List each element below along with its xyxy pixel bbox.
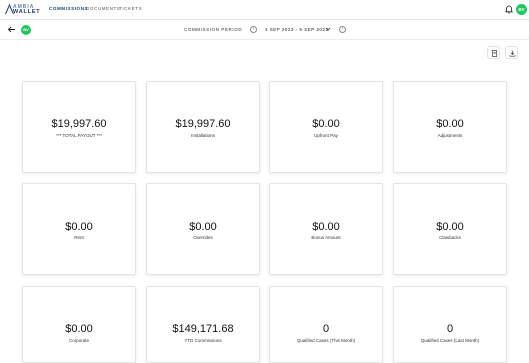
user-avatar[interactable]: BV	[516, 4, 527, 15]
stat-value: 0	[446, 323, 454, 335]
stat-card-ytd-commissions: $149,171.68 YTD Commissions	[146, 286, 260, 363]
stat-value: $0.00	[65, 323, 93, 335]
bell-icon[interactable]	[504, 4, 514, 14]
back-arrow-icon[interactable]	[7, 25, 16, 34]
nav-commissions[interactable]: COMMISSIONS	[49, 6, 88, 11]
period-bar: BV COMMISSION PERIOD ‹ 3 SEP 2023 - 9 SE…	[0, 20, 529, 40]
stat-card-clawbacks: $0.00 Clawbacks	[393, 183, 507, 275]
stat-value: $0.00	[65, 221, 93, 233]
stat-value: $0.00	[436, 221, 464, 233]
logo-text-bottom: WALLET	[13, 9, 41, 15]
commission-period-label: COMMISSION PERIOD	[184, 27, 243, 32]
stat-card-total-payout: $19,997.60 *** TOTAL PAYOUT ***	[22, 81, 136, 173]
stat-value: $19,997.60	[51, 118, 107, 130]
stat-value: $0.00	[312, 221, 340, 233]
document-icon	[491, 50, 498, 57]
stat-value: $0.00	[436, 118, 464, 130]
stat-value: $19,997.60	[175, 118, 231, 130]
chevron-down-icon[interactable]	[325, 26, 331, 32]
nav-tickets[interactable]: TICKETS	[119, 6, 142, 11]
stat-card-overrides: $0.00 Overrides	[146, 183, 260, 275]
ambia-wallet-logo[interactable]: AMBIA WALLET	[5, 4, 45, 16]
stat-card-rent: $0.00 Rent	[22, 183, 136, 275]
stat-card-qualified-cases-last-month: 0 Qualified Cases (Last Month)	[393, 286, 507, 363]
stat-card-corporate: $0.00 Corporate	[22, 286, 136, 363]
stat-label: *** TOTAL PAYOUT ***	[56, 133, 102, 138]
stat-card-adjustments: $0.00 Adjustments	[393, 81, 507, 173]
stat-label: Clawbacks	[439, 235, 461, 240]
stat-label: Corporate	[68, 338, 89, 343]
stat-card-installations: $19,997.60 Installations	[146, 81, 260, 173]
stat-value: $0.00	[189, 221, 217, 233]
stat-value: 0	[322, 323, 330, 335]
stat-card-qualified-cases-this-month: 0 Qualified Cases (This Month)	[269, 286, 383, 363]
stat-label: Upfront Pay	[314, 133, 338, 138]
top-navbar: AMBIA WALLET COMMISSIONS DOCUMENTS TICKE…	[0, 0, 529, 20]
stat-label: YTD Commissions	[184, 338, 222, 343]
stat-label: Adjustments	[437, 133, 463, 138]
stat-value: $149,171.68	[172, 323, 234, 335]
nav-documents[interactable]: DOCUMENTS	[86, 6, 120, 11]
stat-label: Rent	[74, 235, 84, 240]
stat-label: Overrides	[193, 235, 213, 240]
stat-label: Bonus Amount	[311, 235, 341, 240]
next-period-icon[interactable]: ›	[339, 26, 346, 33]
download-icon	[509, 50, 516, 57]
period-select-value[interactable]: 3 SEP 2023 - 9 SEP 2023	[265, 27, 328, 32]
stat-label: Installations	[191, 133, 215, 138]
stat-label: Qualified Cases (This Month)	[296, 338, 356, 343]
stat-card-bonus-amount: $0.00 Bonus Amount	[269, 183, 383, 275]
download-button[interactable]	[505, 46, 518, 59]
previous-period-icon[interactable]: ‹	[250, 26, 257, 33]
stat-card-upfront-pay: $0.00 Upfront Pay	[269, 81, 383, 173]
stat-value: $0.00	[312, 118, 340, 130]
rep-avatar[interactable]: BV	[21, 25, 31, 35]
statement-button[interactable]	[487, 46, 500, 59]
stat-label: Qualified Cases (Last Month)	[420, 338, 480, 343]
